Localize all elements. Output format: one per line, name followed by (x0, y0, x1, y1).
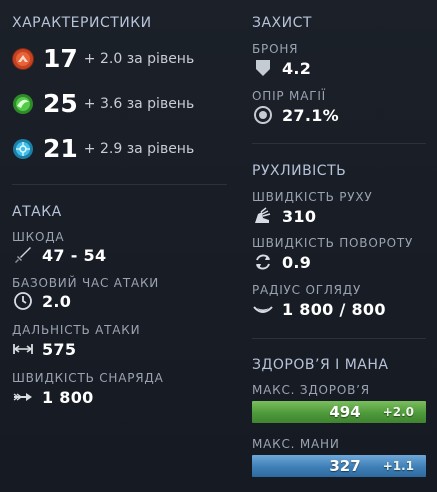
mana-bar: 327 +1.1 (252, 455, 426, 477)
magic-resist-icon (252, 104, 274, 126)
attack-time-row: 2.0 (12, 290, 71, 312)
vision-label: РАДІУС ОГЛЯДУ (252, 283, 362, 297)
magic-resist-row: 27.1% (252, 104, 339, 126)
rotate-icon (252, 251, 274, 273)
defense-divider (252, 143, 426, 144)
shield-icon (252, 57, 274, 79)
turn-rate-value: 0.9 (282, 252, 312, 272)
eye-icon (252, 298, 274, 320)
damage-label: ШКОДА (12, 230, 65, 244)
move-speed-value: 310 (282, 206, 317, 226)
intelligence-value: 21 (43, 134, 78, 163)
projectile-row: 1 800 (12, 386, 94, 408)
magic-resist-value: 27.1% (282, 105, 340, 125)
strength-gain: + 2.0 за рівень (83, 50, 195, 67)
attack-time-label: БАЗОВИЙ ЧАС АТАКИ (12, 276, 160, 290)
agility-icon (12, 93, 34, 115)
clock-icon (12, 290, 34, 312)
mobility-title: РУХЛИВІСТЬ (252, 163, 347, 179)
health-regen: +2.0 (382, 405, 414, 419)
health-mana-title: ЗДОРОВ’Я І МАНА (252, 357, 389, 373)
mobility-divider (252, 338, 426, 339)
strength-icon (12, 47, 34, 70)
armor-row: 4.2 (252, 57, 311, 79)
mana-value: 327 (329, 457, 361, 475)
move-speed-row: 310 (252, 205, 316, 227)
agility-row: 25 + 3.6 за рівень (12, 89, 194, 118)
mana-label: МАКС. МАНИ (252, 437, 340, 451)
vision-value: 1 800 / 800 (282, 299, 386, 319)
agility-value: 25 (43, 89, 78, 118)
defense-title: ЗАХИСТ (252, 15, 312, 31)
range-icon (12, 338, 34, 360)
winged-boot-icon (252, 205, 274, 227)
health-label: МАКС. ЗДОРОВ’Я (252, 383, 370, 397)
magic-resist-label: ОПІР МАГІЇ (252, 89, 327, 103)
range-row: 575 (12, 338, 76, 360)
range-value: 575 (42, 339, 77, 359)
projectile-label: ШВИДКІСТЬ СНАРЯДА (12, 371, 164, 385)
arrow-icon (12, 386, 34, 408)
damage-value: 47 - 54 (42, 245, 107, 265)
move-speed-label: ШВИДКІСТЬ РУХУ (252, 190, 373, 204)
damage-row: 47 - 54 (12, 244, 106, 266)
range-label: ДАЛЬНІСТЬ АТАКИ (12, 323, 141, 337)
armor-label: БРОНЯ (252, 42, 299, 56)
turn-rate-row: 0.9 (252, 251, 311, 273)
intelligence-gain: + 2.9 за рівень (83, 140, 195, 157)
attack-title: АТАКА (12, 204, 62, 220)
health-value: 494 (329, 403, 361, 421)
intelligence-row: 21 + 2.9 за рівень (12, 134, 194, 163)
attributes-divider (12, 184, 227, 185)
turn-rate-label: ШВИДКІСТЬ ПОВОРОТУ (252, 236, 414, 250)
mana-regen: +1.1 (382, 459, 414, 473)
armor-value: 4.2 (282, 58, 312, 78)
health-bar: 494 +2.0 (252, 401, 426, 423)
intelligence-icon (12, 138, 34, 160)
strength-value: 17 (43, 44, 78, 73)
agility-gain: + 3.6 за рівень (83, 95, 195, 112)
vision-row: 1 800 / 800 (252, 298, 386, 320)
sword-icon (12, 244, 34, 266)
projectile-value: 1 800 (42, 387, 94, 407)
attack-time-value: 2.0 (42, 291, 72, 311)
strength-row: 17 + 2.0 за рівень (12, 44, 194, 73)
attributes-title: ХАРАКТЕРИСТИКИ (12, 15, 152, 31)
